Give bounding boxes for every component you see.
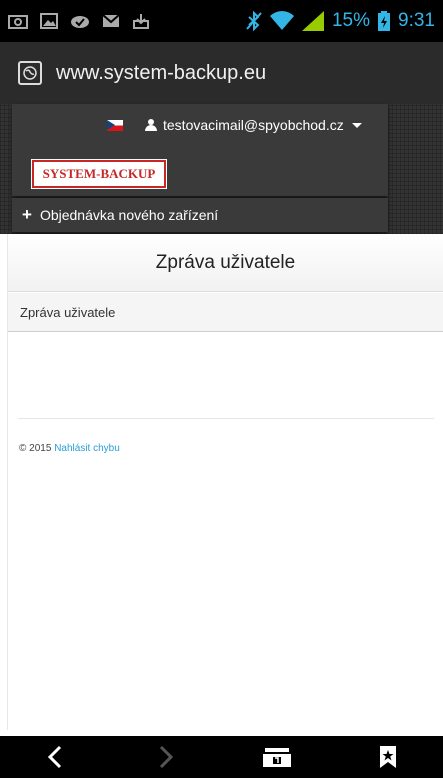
- tabs-icon: [262, 748, 291, 767]
- site-header: testovacimail@spyobchod.cz SYSTEM-BACKUP…: [0, 104, 443, 234]
- back-button[interactable]: [25, 736, 85, 778]
- user-email[interactable]: testovacimail@spyobchod.cz: [163, 117, 344, 133]
- user-menu[interactable]: testovacimail@spyobchod.cz: [145, 113, 362, 137]
- bookmarks-button[interactable]: [358, 736, 418, 778]
- footer-divider: [18, 418, 434, 419]
- clock: 9:31: [398, 10, 435, 31]
- forward-icon: [160, 745, 174, 769]
- system-icons: 15% 9:31: [246, 10, 435, 32]
- content-area: [8, 333, 443, 418]
- chevron-down-icon[interactable]: [351, 122, 362, 128]
- battery-percent: 15%: [331, 10, 371, 31]
- page-title: Zpráva uživatele: [155, 251, 296, 273]
- user-icon: [145, 119, 157, 131]
- order-link-label[interactable]: Objednávka nového zařízení: [40, 207, 218, 223]
- report-bug-link[interactable]: Nahlásit chybu: [54, 443, 120, 454]
- image-icon: [40, 13, 58, 29]
- section-header: Zpráva uživatele: [8, 293, 443, 332]
- mail-icon: [102, 14, 120, 27]
- order-new-device-link[interactable]: + Objednávka nového zařízení: [12, 198, 388, 232]
- signal-icon: [301, 11, 324, 31]
- url-text[interactable]: www.system-backup.eu: [56, 62, 266, 85]
- bluetooth-off-icon: [246, 11, 262, 31]
- bookmark-icon: [379, 746, 396, 768]
- left-edge: [0, 234, 8, 730]
- plus-icon: +: [22, 205, 32, 224]
- site-logo[interactable]: SYSTEM-BACKUP: [32, 160, 166, 188]
- copyright-text: © 2015: [19, 443, 52, 454]
- browser-url-bar[interactable]: www.system-backup.eu: [0, 42, 443, 104]
- browser-nav-bar: [0, 736, 443, 778]
- tabs-button[interactable]: [247, 736, 307, 778]
- page-title-bar: Zpráva uživatele: [8, 234, 443, 292]
- site-icon: [18, 61, 42, 85]
- globe-icon: [23, 66, 37, 80]
- checkmark-cloud-icon: [71, 16, 89, 28]
- forward-button[interactable]: [136, 736, 196, 778]
- screenshot-icon: [8, 15, 28, 29]
- footer: © 2015 Nahlásit chybu: [19, 443, 120, 454]
- battery-icon: [378, 11, 391, 31]
- back-icon: [48, 745, 62, 769]
- status-bar: 15% 9:31: [0, 0, 443, 42]
- czech-flag-icon[interactable]: [107, 120, 123, 131]
- section-title: Zpráva uživatele: [20, 304, 116, 320]
- notification-icons: [8, 13, 150, 29]
- wifi-icon: [269, 11, 294, 30]
- download-icon: [133, 14, 149, 29]
- header-panel: testovacimail@spyobchod.cz SYSTEM-BACKUP: [12, 104, 388, 196]
